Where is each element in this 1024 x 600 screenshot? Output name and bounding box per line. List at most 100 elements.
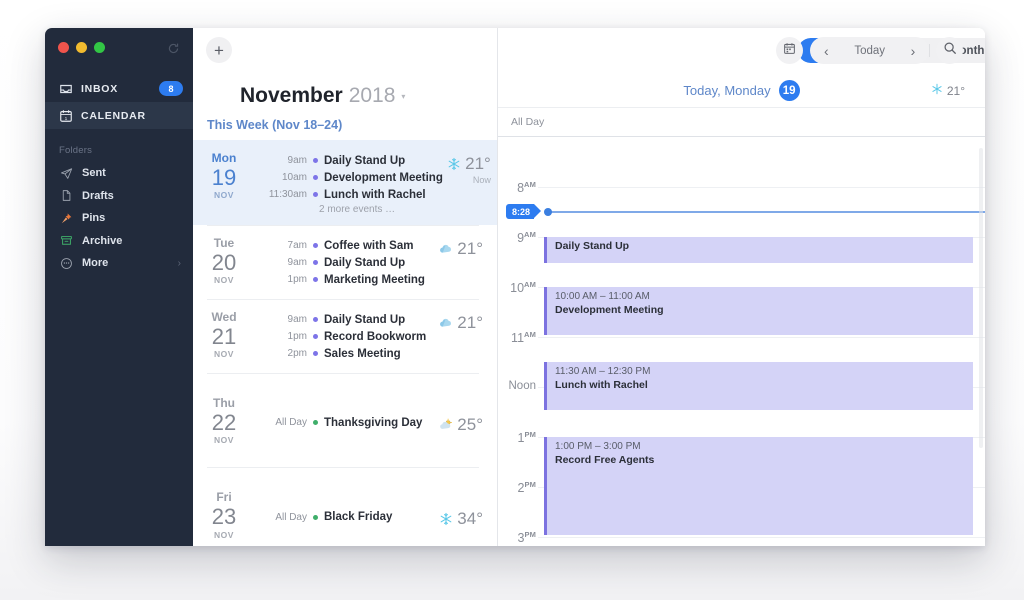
sidebar-item-drafts-label: Drafts (82, 189, 114, 202)
day-of-week: Thu (213, 396, 235, 410)
next-day-button[interactable]: › (901, 37, 925, 64)
cloud-icon (438, 242, 453, 257)
list-event[interactable]: 11:30am Lunch with Rachel (255, 187, 443, 203)
search-icon (943, 41, 957, 60)
all-day-row[interactable]: All Day (498, 107, 985, 137)
event-time-range: 1:00 PM – 3:00 PM (555, 441, 641, 452)
sidebar-item-drafts[interactable]: Drafts (45, 185, 193, 208)
event-time: 9am (287, 155, 307, 167)
week-list-panel: + November 2018 ▾ This Week (Nov 18–24) … (193, 28, 498, 546)
list-item[interactable]: Fri 23 NOV All Day Black Friday 34° (193, 467, 497, 546)
day-weather: 25° (435, 395, 497, 445)
hour-label: 10AM (510, 280, 536, 296)
sidebar-item-pins[interactable]: Pins (45, 207, 193, 230)
list-item[interactable]: Wed 21 NOV 9am Daily Stand Up 1pm Record… (193, 299, 497, 373)
chevron-down-icon[interactable]: ▾ (401, 92, 405, 101)
list-event[interactable]: 1pm Marketing Meeting (255, 272, 435, 288)
day-date: Fri 23 NOV (193, 489, 255, 540)
day-date: Tue 20 NOV (193, 235, 255, 289)
calendar-event[interactable]: Daily Stand Up (544, 237, 973, 263)
sidebar-item-sent[interactable]: Sent (45, 162, 193, 185)
month-title[interactable]: November 2018 ▾ (240, 84, 405, 108)
more-events-link[interactable]: 2 more events … (255, 204, 443, 215)
sidebar-item-inbox-label: INBOX (81, 82, 118, 95)
list-event[interactable]: All Day Thanksgiving Day (255, 415, 435, 431)
list-event[interactable]: 1pm Record Bookworm (255, 329, 435, 345)
day-temperature: 21° (457, 313, 483, 332)
calendar-event[interactable]: 1:00 PM – 3:00 PM Record Free Agents (544, 437, 973, 535)
list-item[interactable]: Tue 20 NOV 7am Coffee with Sam 9am Daily… (193, 225, 497, 299)
day-date: Thu 22 NOV (193, 395, 255, 445)
calendar-icon: 1 (58, 108, 73, 123)
calendar-event[interactable]: 11:30 AM – 12:30 PM Lunch with Rachel (544, 362, 973, 410)
hour-label: 9AM (517, 230, 536, 246)
event-time: 1pm (287, 274, 307, 286)
hour-line (538, 337, 985, 338)
hour-label: 8AM (517, 180, 536, 196)
sidebar-item-more[interactable]: More › (45, 252, 193, 275)
all-day-label: All Day (511, 116, 545, 128)
toolbar-right: ‹ Today › (776, 37, 963, 64)
event-title: Lunch with Rachel (324, 188, 426, 201)
event-dot-icon (313, 260, 318, 266)
day-temperature: 21° (457, 239, 483, 258)
event-dot-icon (313, 277, 318, 283)
day-number: 21 (211, 323, 237, 349)
search-button[interactable] (936, 37, 963, 64)
current-time-dot-icon (544, 208, 552, 216)
month-name: November (240, 84, 343, 107)
inbox-icon (58, 81, 73, 96)
calendar-event[interactable]: 10:00 AM – 11:00 AM Development Meeting (544, 287, 973, 335)
event-title: Daily Stand Up (324, 313, 406, 326)
event-dot-icon (313, 351, 318, 357)
day-number: 23 (211, 504, 237, 530)
inbox-unread-badge: 8 (159, 81, 183, 96)
day-month: NOV (214, 529, 234, 540)
minimize-button[interactable] (76, 42, 87, 53)
hour-row-3pm: 3PM (498, 530, 985, 546)
event-title: Sales Meeting (324, 347, 401, 360)
list-event[interactable]: All Day Black Friday (255, 509, 435, 525)
list-event[interactable]: 7am Coffee with Sam (255, 238, 435, 254)
archive-box-icon (59, 234, 73, 248)
day-list[interactable]: Mon 19 NOV 9am Daily Stand Up 10am Devel… (193, 140, 497, 546)
list-event[interactable]: 9am Daily Stand Up (255, 153, 443, 169)
day-month: NOV (214, 349, 234, 360)
timeline-scrollbar[interactable] (979, 148, 983, 448)
maximize-button[interactable] (94, 42, 105, 53)
event-time: 9am (287, 314, 307, 326)
day-weather: 21° (435, 309, 497, 363)
list-item[interactable]: Mon 19 NOV 9am Daily Stand Up 10am Devel… (193, 140, 497, 225)
sync-icon[interactable] (167, 42, 180, 55)
mini-calendar-button[interactable] (776, 37, 804, 64)
previous-day-button[interactable]: ‹ (814, 37, 838, 64)
list-event[interactable]: 9am Daily Stand Up (255, 255, 435, 271)
sidebar-item-inbox[interactable]: INBOX 8 (45, 75, 193, 102)
sidebar-item-calendar-label: CALENDAR (81, 109, 146, 122)
event-dot-icon (313, 514, 318, 520)
close-button[interactable] (58, 42, 69, 53)
add-event-button[interactable]: + (206, 37, 232, 63)
list-event[interactable]: 2pm Sales Meeting (255, 346, 435, 362)
event-title: Daily Stand Up (324, 256, 406, 269)
today-button[interactable]: Today (840, 45, 899, 57)
sidebar-item-archive[interactable]: Archive (45, 230, 193, 253)
event-dot-icon (313, 175, 318, 181)
hour-label: Noon (508, 380, 537, 392)
list-event[interactable]: 9am Daily Stand Up (255, 312, 435, 328)
day-number: 22 (211, 409, 237, 435)
event-time: 10am (281, 172, 307, 184)
event-title: Development Meeting (324, 171, 443, 184)
event-name: Record Free Agents (555, 453, 655, 466)
more-circle-icon (59, 256, 73, 270)
sidebar-item-calendar[interactable]: 1 CALENDAR (45, 102, 193, 129)
list-item[interactable]: Thu 22 NOV All Day Thanksgiving Day 25° (193, 373, 497, 467)
day-of-week: Tue (213, 236, 235, 250)
day-temperature: 34° (457, 509, 483, 529)
day-view-weather: 21° (931, 82, 965, 100)
timeline-grid[interactable]: 8AM 9AM 10AM 11AM Noon 1PM 2PM 3PM Daily… (498, 137, 985, 546)
month-year: 2018 (348, 84, 396, 107)
event-time: 1pm (287, 331, 307, 343)
list-event[interactable]: 10am Development Meeting (255, 170, 443, 186)
date-navigation[interactable]: ‹ Today › (810, 37, 929, 64)
